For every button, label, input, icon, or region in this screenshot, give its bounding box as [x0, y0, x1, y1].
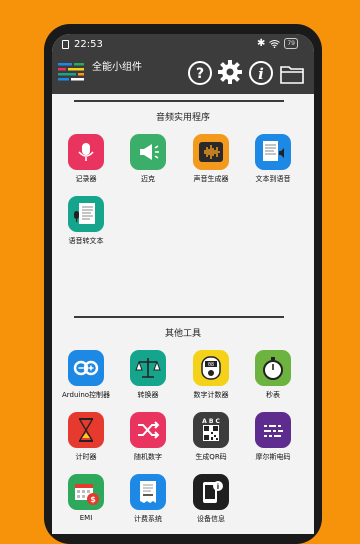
- microphone-icon: [68, 134, 104, 170]
- tile-timer[interactable]: 计时器: [55, 412, 117, 462]
- tile-morse-code[interactable]: 摩尔斯电码: [242, 412, 304, 462]
- app-bar: 全能小组件 ? i: [52, 56, 314, 94]
- tile-label: 声音生成器: [193, 175, 229, 183]
- app-logo-icon: [58, 63, 84, 81]
- info-icon[interactable]: i: [248, 60, 274, 86]
- svg-text:i: i: [217, 483, 219, 491]
- section-divider: [74, 316, 284, 318]
- tile-label: 摩尔斯电码: [255, 453, 291, 461]
- tile-emi[interactable]: $ EMI: [55, 474, 117, 522]
- tile-recorder[interactable]: 记录器: [55, 134, 117, 184]
- tile-label: 计时器: [75, 453, 97, 461]
- tile-label: 转换器: [137, 391, 159, 399]
- shuffle-icon: [130, 412, 166, 448]
- svg-text:A B C: A B C: [202, 418, 220, 425]
- tile-label: 随机数字: [134, 453, 162, 461]
- svg-text:?: ?: [196, 66, 204, 82]
- tile-label: Arduino控制器: [61, 391, 111, 399]
- document-speaker-icon: [255, 134, 291, 170]
- tile-text-to-speech[interactable]: 文本到语音: [242, 134, 304, 184]
- tile-stopwatch[interactable]: 秒表: [242, 350, 304, 400]
- tile-label: EMI: [79, 514, 93, 522]
- tile-device-info[interactable]: i 设备信息: [180, 474, 242, 524]
- battery-indicator: 79: [284, 38, 298, 49]
- settings-gear-icon[interactable]: [216, 58, 244, 86]
- bluetooth-icon: ✱: [256, 38, 266, 49]
- counter-icon: 08: [193, 350, 229, 386]
- hourglass-icon: [68, 412, 104, 448]
- status-bar: 22:53 ✱ 79: [52, 34, 314, 56]
- tile-mic[interactable]: 迈克: [117, 134, 179, 184]
- tile-label: 计费系统: [134, 515, 162, 523]
- wifi-icon: [269, 39, 281, 48]
- content-area: 音频实用程序 记录器 迈克 声音生成器 文本到语音 语音转文本 其他工具 Ard…: [52, 94, 314, 534]
- tile-speech-to-text[interactable]: 语音转文本: [55, 196, 117, 246]
- document-microphone-icon: [68, 196, 104, 232]
- help-icon[interactable]: ?: [187, 60, 213, 86]
- tile-billing[interactable]: 计费系统: [117, 474, 179, 524]
- tile-converter[interactable]: 转换器: [117, 350, 179, 400]
- phone-info-icon: i: [193, 474, 229, 510]
- svg-text:08: 08: [208, 362, 214, 368]
- screen: 22:53 ✱ 79 全能小组件 ? i 音频实用程序 记录器 迈克 声音生成器…: [52, 34, 314, 534]
- svg-text:i: i: [258, 65, 264, 83]
- section-divider: [74, 100, 284, 102]
- tile-label: 语音转文本: [68, 237, 104, 245]
- tile-label: 设备信息: [197, 515, 225, 523]
- tile-random-number[interactable]: 随机数字: [117, 412, 179, 462]
- tile-label: 迈克: [141, 175, 155, 183]
- tile-label: 记录器: [75, 175, 97, 183]
- scale-icon: [130, 350, 166, 386]
- status-time: 22:53: [74, 39, 103, 50]
- megaphone-icon: [130, 134, 166, 170]
- stopwatch-icon: [255, 350, 291, 386]
- tile-label: 生成QR码: [195, 453, 227, 461]
- tile-counter[interactable]: 08 数字计数器: [180, 350, 242, 400]
- folder-icon[interactable]: [280, 64, 304, 84]
- sim-icon: [62, 40, 69, 49]
- qr-code-icon: A B C: [193, 412, 229, 448]
- tile-arduino[interactable]: Arduino控制器: [55, 350, 117, 400]
- svg-text:$: $: [90, 495, 96, 504]
- app-title: 全能小组件: [92, 62, 142, 73]
- morse-code-icon: [255, 412, 291, 448]
- tile-label: 数字计数器: [193, 391, 229, 399]
- sound-wave-icon: [193, 134, 229, 170]
- arduino-icon: [68, 350, 104, 386]
- tile-sound-generator[interactable]: 声音生成器: [180, 134, 242, 184]
- section-title-tools: 其他工具: [164, 329, 201, 339]
- receipt-icon: [130, 474, 166, 510]
- tile-qr-generator[interactable]: A B C 生成QR码: [180, 412, 242, 462]
- calendar-money-icon: $: [68, 474, 104, 510]
- section-title-audio: 音频实用程序: [155, 113, 210, 123]
- tile-label: 文本到语音: [255, 175, 291, 183]
- tile-label: 秒表: [266, 391, 280, 399]
